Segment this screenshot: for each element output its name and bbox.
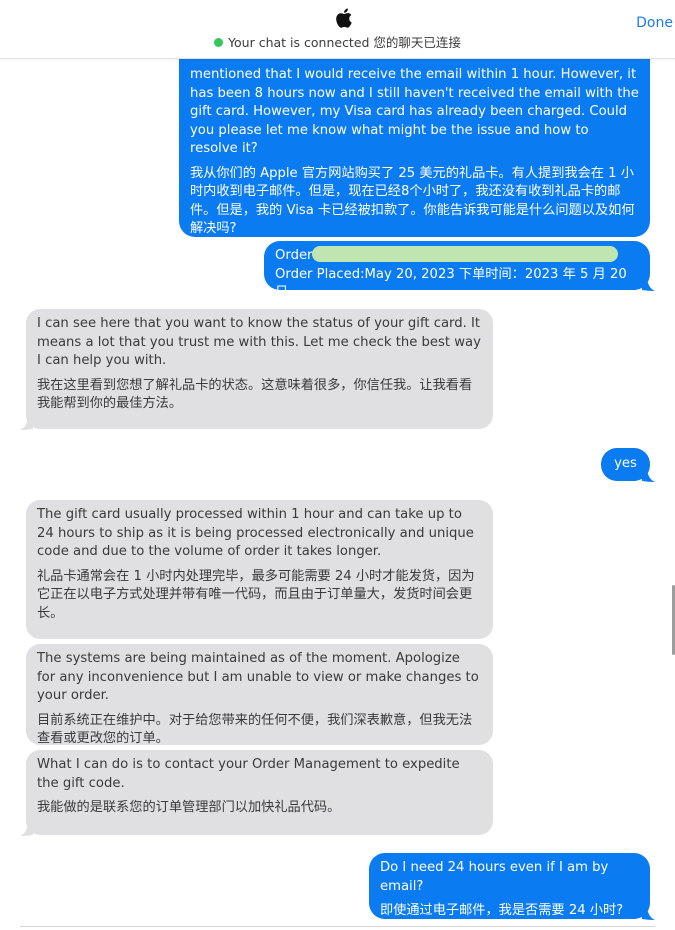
bubble-tail [642, 469, 655, 482]
bubble-tail [642, 278, 655, 291]
connected-status-dot [214, 38, 224, 47]
message-text-zh: 即使通过电子邮件，我是否需要 24 小时? [380, 903, 624, 918]
message-outgoing-order: Order Order Placed:May 20, 2023 下单时间：202… [264, 241, 650, 300]
connection-status: Your chat is connected 您的聊天已连接 [0, 35, 675, 51]
apple-logo-icon [336, 8, 352, 28]
message-text-zh: 目前系统正在维护中。对于给您带来的任何不便，我们深表歉意，但我无法查看或更改您的… [37, 712, 473, 747]
chat-transcript: mentioned that I would receive the email… [0, 0, 675, 930]
message-outgoing: Do I need 24 hours even if I am by email… [369, 853, 650, 919]
divider [20, 926, 655, 927]
message-text-zh: 我能做的是联系您的订单管理部门以加快礼品代码。 [37, 800, 341, 815]
bubble-tail [20, 823, 33, 836]
message-outgoing: mentioned that I would receive the email… [179, 38, 650, 237]
message-text-en: What I can do is to contact your Order M… [37, 757, 460, 791]
done-button[interactable]: Done [636, 15, 673, 31]
message-text-en: Do I need 24 hours even if I am by email… [380, 860, 609, 894]
message-incoming: The systems are being maintained as of t… [26, 644, 493, 746]
message-text-en: I can see here that you want to know the… [37, 316, 481, 368]
order-label: Order [275, 248, 313, 263]
message-incoming: The gift card usually processed within 1… [26, 500, 493, 639]
bubble-tail [20, 417, 33, 430]
message-text-zh: 我在这里看到您想了解礼品卡的状态。这意味着很多，你信任我。让我看看我能帮到你的最… [37, 377, 473, 412]
message-incoming: I can see here that you want to know the… [26, 309, 493, 429]
connection-status-text: Your chat is connected 您的聊天已连接 [228, 35, 461, 50]
message-incoming: What I can do is to contact your Order M… [26, 750, 493, 835]
order-placed-line: Order Placed:May 20, 2023 下单时间：2023 年 5 … [275, 266, 627, 301]
message-text-en: The gift card usually processed within 1… [37, 507, 474, 559]
message-text-en: The systems are being maintained as of t… [37, 651, 479, 703]
message-text-zh: 礼品卡通常会在 1 小时内处理完毕，最多可能需要 24 小时才能发货，因为它正在… [37, 568, 475, 621]
chat-header: Your chat is connected 您的聊天已连接 Done [0, 0, 675, 59]
message-text-zh: 我从你们的 Apple 官方网站购买了 25 美元的礼品卡。有人提到我会在 1 … [190, 165, 635, 237]
redacted-order-number [312, 246, 619, 262]
order-line: Order [275, 246, 639, 266]
bubble-tail [642, 907, 655, 920]
message-text-en: mentioned that I would receive the email… [190, 67, 639, 156]
